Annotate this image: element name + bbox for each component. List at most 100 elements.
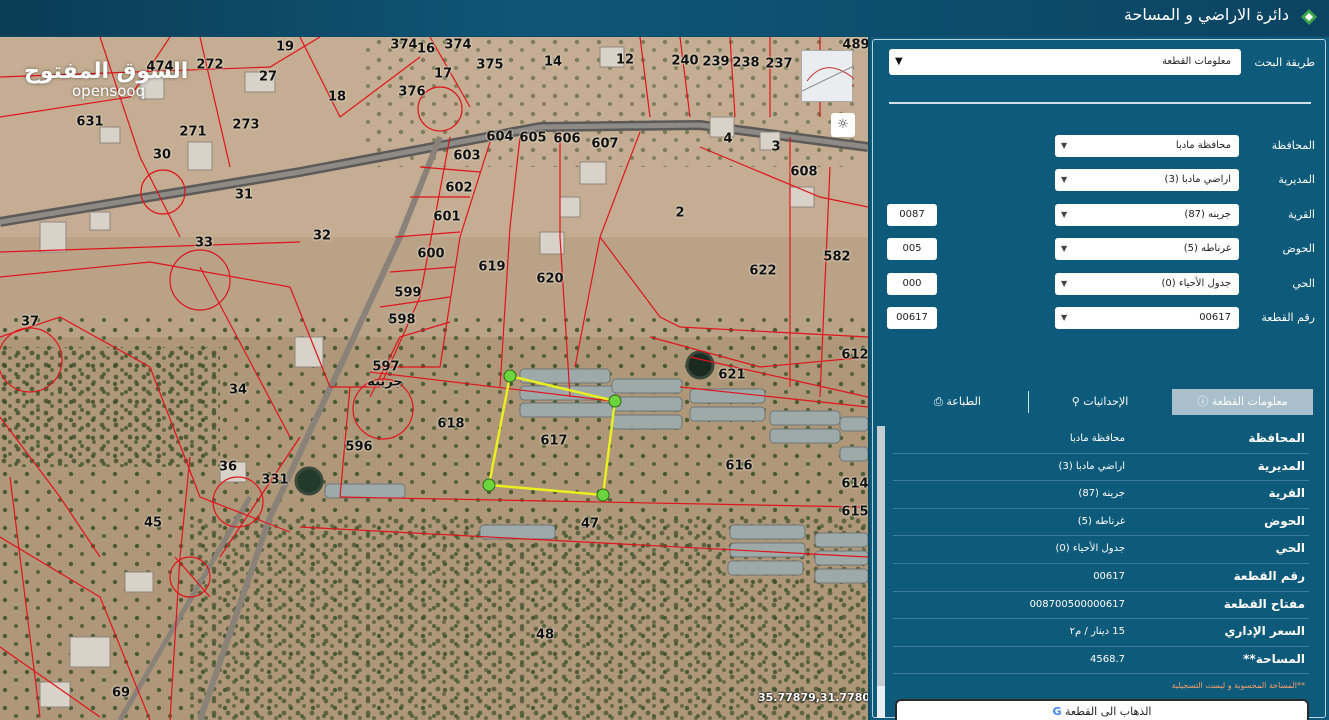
parcel-label: 582	[823, 249, 851, 265]
field-select-value: غرناطه (5)	[1183, 243, 1231, 254]
tab-print[interactable]: الطباعة ⎙	[887, 389, 1028, 415]
parcel-label: 615	[841, 504, 868, 520]
field-select[interactable]: ▼ غرناطه (5)	[1055, 238, 1239, 260]
parcel-label: 47	[580, 516, 600, 532]
panel-frame: طريقة البحث ▼ معلومات القطعة المحافظة ▼ مح…	[872, 39, 1326, 720]
parcel-label: 601	[433, 209, 461, 225]
search-method-value: معلومات القطعة	[1162, 56, 1231, 67]
tab-print-label: الطباعة	[946, 395, 981, 408]
parcel-label: 607	[591, 136, 619, 152]
info-value: 15 دينار / م٢	[1069, 626, 1125, 638]
field-code-input[interactable]: 000	[887, 273, 937, 295]
parcel-label: 16	[416, 41, 436, 57]
info-icon: ⓘ	[1197, 395, 1209, 408]
info-row: السعر الإداري 15 دينار / م٢	[893, 619, 1309, 647]
parcel-label: 273	[232, 117, 260, 133]
field-label: الحوض	[1282, 242, 1316, 255]
basemap-toggle-button[interactable]: ☼	[831, 113, 855, 137]
parcel-label: 12	[615, 52, 635, 68]
chevron-down-icon: ▼	[1061, 279, 1068, 288]
parcel-label: 33	[194, 235, 214, 251]
info-scrollbar[interactable]	[877, 426, 885, 718]
field-code-input[interactable]: 00617	[887, 307, 937, 329]
field-select[interactable]: ▼ اراضي مادبا (3)	[1055, 169, 1239, 191]
field-label: المديرية	[1278, 173, 1315, 186]
info-key: المساحة**	[1243, 651, 1305, 666]
parcel-label: 31	[234, 187, 254, 203]
info-row: المحافظة محافظة مادبا	[893, 426, 1309, 454]
tab-parcel-info[interactable]: معلومات القطعة ⓘ	[1172, 389, 1313, 415]
field-label: القرية	[1287, 208, 1315, 221]
chevron-down-icon: ▼	[895, 56, 903, 67]
search-method-label: طريقة البحث	[1254, 56, 1315, 69]
minimap-thumbnail[interactable]	[801, 50, 856, 102]
parcel-label: 36	[218, 459, 238, 475]
user-pin-icon: ⚲	[1071, 395, 1080, 408]
app-header: دائرة الاراضي و المساحة	[0, 0, 1329, 36]
field-select[interactable]: ▼ 00617	[1055, 307, 1239, 329]
info-row: رقم القطعة 00617	[893, 564, 1309, 592]
goto-parcel-label: الذهاب الى القطعة	[1065, 705, 1152, 718]
parcel-label: 631	[76, 114, 104, 130]
field-code-input[interactable]: 0087	[887, 204, 937, 226]
parcel-label: 602	[445, 180, 473, 196]
parcel-label: 2	[675, 205, 685, 221]
field-label: المحافظة	[1271, 139, 1315, 152]
info-value: جدول الأحياء (0)	[1055, 543, 1126, 555]
info-key: المديرية	[1257, 458, 1305, 473]
minimap-icon	[801, 65, 856, 92]
chevron-down-icon: ▼	[1061, 313, 1068, 322]
divider	[889, 102, 1311, 104]
parcel-label: 616	[725, 458, 753, 474]
goto-parcel-button[interactable]: الذهاب الى القطعة G	[895, 699, 1309, 720]
parcel-label: 237	[765, 56, 793, 72]
parcel-label: 596	[345, 439, 373, 455]
parcel-info-table: المحافظة محافظة مادبا المديرية اراضي مادبا …	[893, 426, 1309, 675]
parcel-label: 598	[388, 312, 416, 328]
parcel-label: 599	[394, 285, 422, 301]
field-code-input[interactable]: 005	[887, 238, 937, 260]
parcel-label: 17	[433, 66, 453, 82]
parcel-label: 604	[486, 129, 514, 145]
info-row: مفتاح القطعة 008700500000617	[893, 592, 1309, 620]
tab-coordinates[interactable]: الإحداثيات ⚲	[1029, 389, 1171, 415]
tab-parcel-info-label: معلومات القطعة	[1211, 395, 1288, 408]
area-note: **المساحة المحسوبة و ليست التسجيلية	[1171, 681, 1305, 690]
info-key: الحوض	[1264, 513, 1305, 528]
watermark: السوق المفتوح opensooq	[24, 59, 188, 100]
info-key: المحافظة	[1248, 431, 1305, 445]
map-view[interactable]: 19 374 16 374 489 474 272 27 17 375 14 12 240 239 238 2…	[0, 37, 868, 720]
dls-logo-icon	[1301, 9, 1317, 25]
parcel-label: 603	[453, 148, 481, 164]
info-row: الحوض غرناطه (5)	[893, 509, 1309, 537]
info-key: رقم القطعة	[1233, 568, 1305, 583]
scrollbar-thumb[interactable]	[877, 426, 885, 686]
parcel-label: 27	[258, 69, 278, 85]
chevron-down-icon: ▼	[1061, 141, 1068, 150]
parcel-label: 375	[476, 57, 504, 73]
field-select[interactable]: ▼ جدول الأحياء (0)	[1055, 273, 1239, 295]
chevron-down-icon: ▼	[1061, 244, 1068, 253]
info-value: غرناطه (5)	[1077, 515, 1125, 527]
info-key: القرية	[1268, 486, 1305, 501]
parcel-label: 34	[228, 382, 248, 398]
parcel-label: 69	[111, 685, 131, 701]
parcel-label: 618	[437, 416, 465, 432]
info-key: السعر الإداري	[1224, 624, 1305, 639]
parcel-label: 239	[702, 54, 730, 70]
info-value: 4568.7	[1090, 653, 1125, 665]
field-select-value: جدول الأحياء (0)	[1161, 278, 1232, 289]
search-method-select[interactable]: ▼ معلومات القطعة	[889, 49, 1241, 75]
field-select-value: 00617	[1199, 312, 1231, 323]
field-select-value: جرينه (87)	[1184, 209, 1231, 220]
field-select[interactable]: ▼ محافظة مادبا	[1055, 135, 1239, 157]
info-row: القرية جرينه (87)	[893, 481, 1309, 509]
cursor-coordinates: 35.77879,31.77806	[758, 691, 868, 704]
search-panel: طريقة البحث ▼ معلومات القطعة المحافظة ▼ مح…	[870, 37, 1329, 720]
parcel-label: 272	[196, 57, 224, 73]
field-select-value: محافظة مادبا	[1175, 140, 1231, 151]
field-select[interactable]: ▼ جرينه (87)	[1055, 204, 1239, 226]
parcel-label: 14	[543, 54, 563, 70]
parcel-label: 3	[771, 139, 781, 155]
parcel-label: 376	[398, 84, 426, 100]
